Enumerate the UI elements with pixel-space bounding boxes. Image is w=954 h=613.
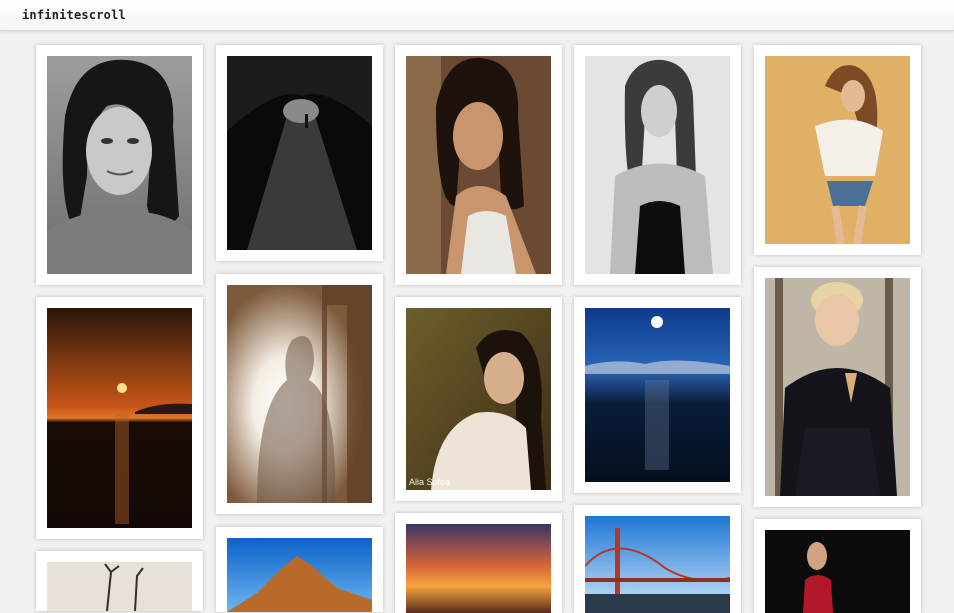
photo-card-red-dress[interactable] <box>754 519 921 613</box>
photo-dark-path <box>227 56 372 250</box>
photo-portrait-field: Alia Sofea <box>406 308 551 490</box>
photo-window-backlit <box>227 285 372 503</box>
photo-card-pose-wall[interactable] <box>754 45 921 255</box>
photo-tree-sky <box>47 562 192 611</box>
photo-card-golden-gate[interactable] <box>574 505 741 613</box>
photo-portrait-bw-smile <box>47 56 192 274</box>
photo-card-sunset-sea[interactable] <box>36 297 203 539</box>
photo-moon-ocean <box>585 308 730 482</box>
photo-pose-wall <box>765 56 910 244</box>
photo-card-portrait-field[interactable]: Alia Sofea <box>395 297 562 501</box>
photo-card-portrait-brunette[interactable] <box>395 45 562 285</box>
photo-portrait-longhair-bw <box>585 56 730 274</box>
photo-card-moon-ocean[interactable] <box>574 297 741 493</box>
photo-card-tree-sky[interactable] <box>36 551 203 611</box>
top-bar: infinitescroll <box>0 0 954 31</box>
photo-watermark: Alia Sofea <box>409 477 451 487</box>
photo-red-dress <box>765 530 910 613</box>
photo-card-window-backlit[interactable] <box>216 274 383 514</box>
photo-golden-gate <box>585 516 730 613</box>
photo-mountain-peak <box>227 538 372 612</box>
photo-card-portrait-bw-smile[interactable] <box>36 45 203 285</box>
photo-card-mountain-peak[interactable] <box>216 527 383 612</box>
photo-sunset-sea <box>47 308 192 528</box>
photo-card-dusk-beach[interactable] <box>395 513 562 613</box>
site-title[interactable]: infinitescroll <box>22 8 126 22</box>
photo-card-dark-path[interactable] <box>216 45 383 261</box>
photo-ice-cream <box>765 278 910 496</box>
photo-card-ice-cream[interactable] <box>754 267 921 507</box>
photo-card-portrait-longhair-bw[interactable] <box>574 45 741 285</box>
photo-portrait-brunette <box>406 56 551 274</box>
